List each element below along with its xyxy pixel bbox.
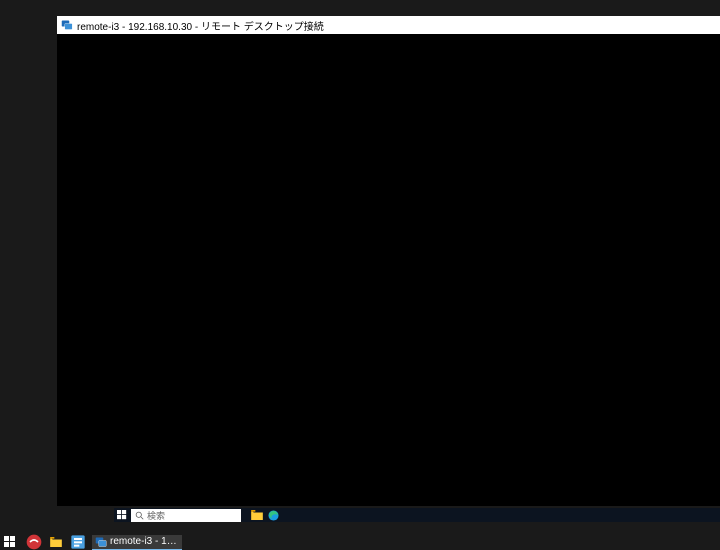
remote-pinned-icons [251,509,279,521]
file-explorer-icon[interactable] [48,534,64,550]
rdp-title-bar[interactable]: remote-i3 - 192.168.10.30 - リモート デスクトップ接… [57,16,720,34]
edge-icon[interactable] [267,509,279,521]
remote-start-button[interactable] [114,508,130,522]
file-explorer-icon[interactable] [251,509,263,521]
pinned-icon-3[interactable] [70,534,86,550]
remote-desktop-screen[interactable] [57,34,720,506]
taskbar-running-app[interactable]: remote-i3 - 192.168.1… [92,535,182,550]
remote-desktop-window[interactable]: remote-i3 - 192.168.10.30 - リモート デスクトップ接… [57,16,720,506]
rdp-window-title: remote-i3 - 192.168.10.30 - リモート デスクトップ接… [77,18,324,33]
remote-search-box[interactable]: 検索 [131,509,241,522]
host-taskbar[interactable]: remote-i3 - 192.168.1… [0,534,720,550]
search-icon [135,511,144,520]
remote-taskbar[interactable]: 検索 [114,508,720,522]
host-start-button[interactable] [0,534,20,550]
taskbar-item-label: remote-i3 - 192.168.1… [110,536,179,547]
remote-desktop-icon [61,19,73,31]
pinned-icon-1[interactable] [26,534,42,550]
remote-desktop-icon [95,536,107,548]
host-pinned-icons [26,534,86,550]
remote-search-placeholder: 検索 [147,509,165,522]
